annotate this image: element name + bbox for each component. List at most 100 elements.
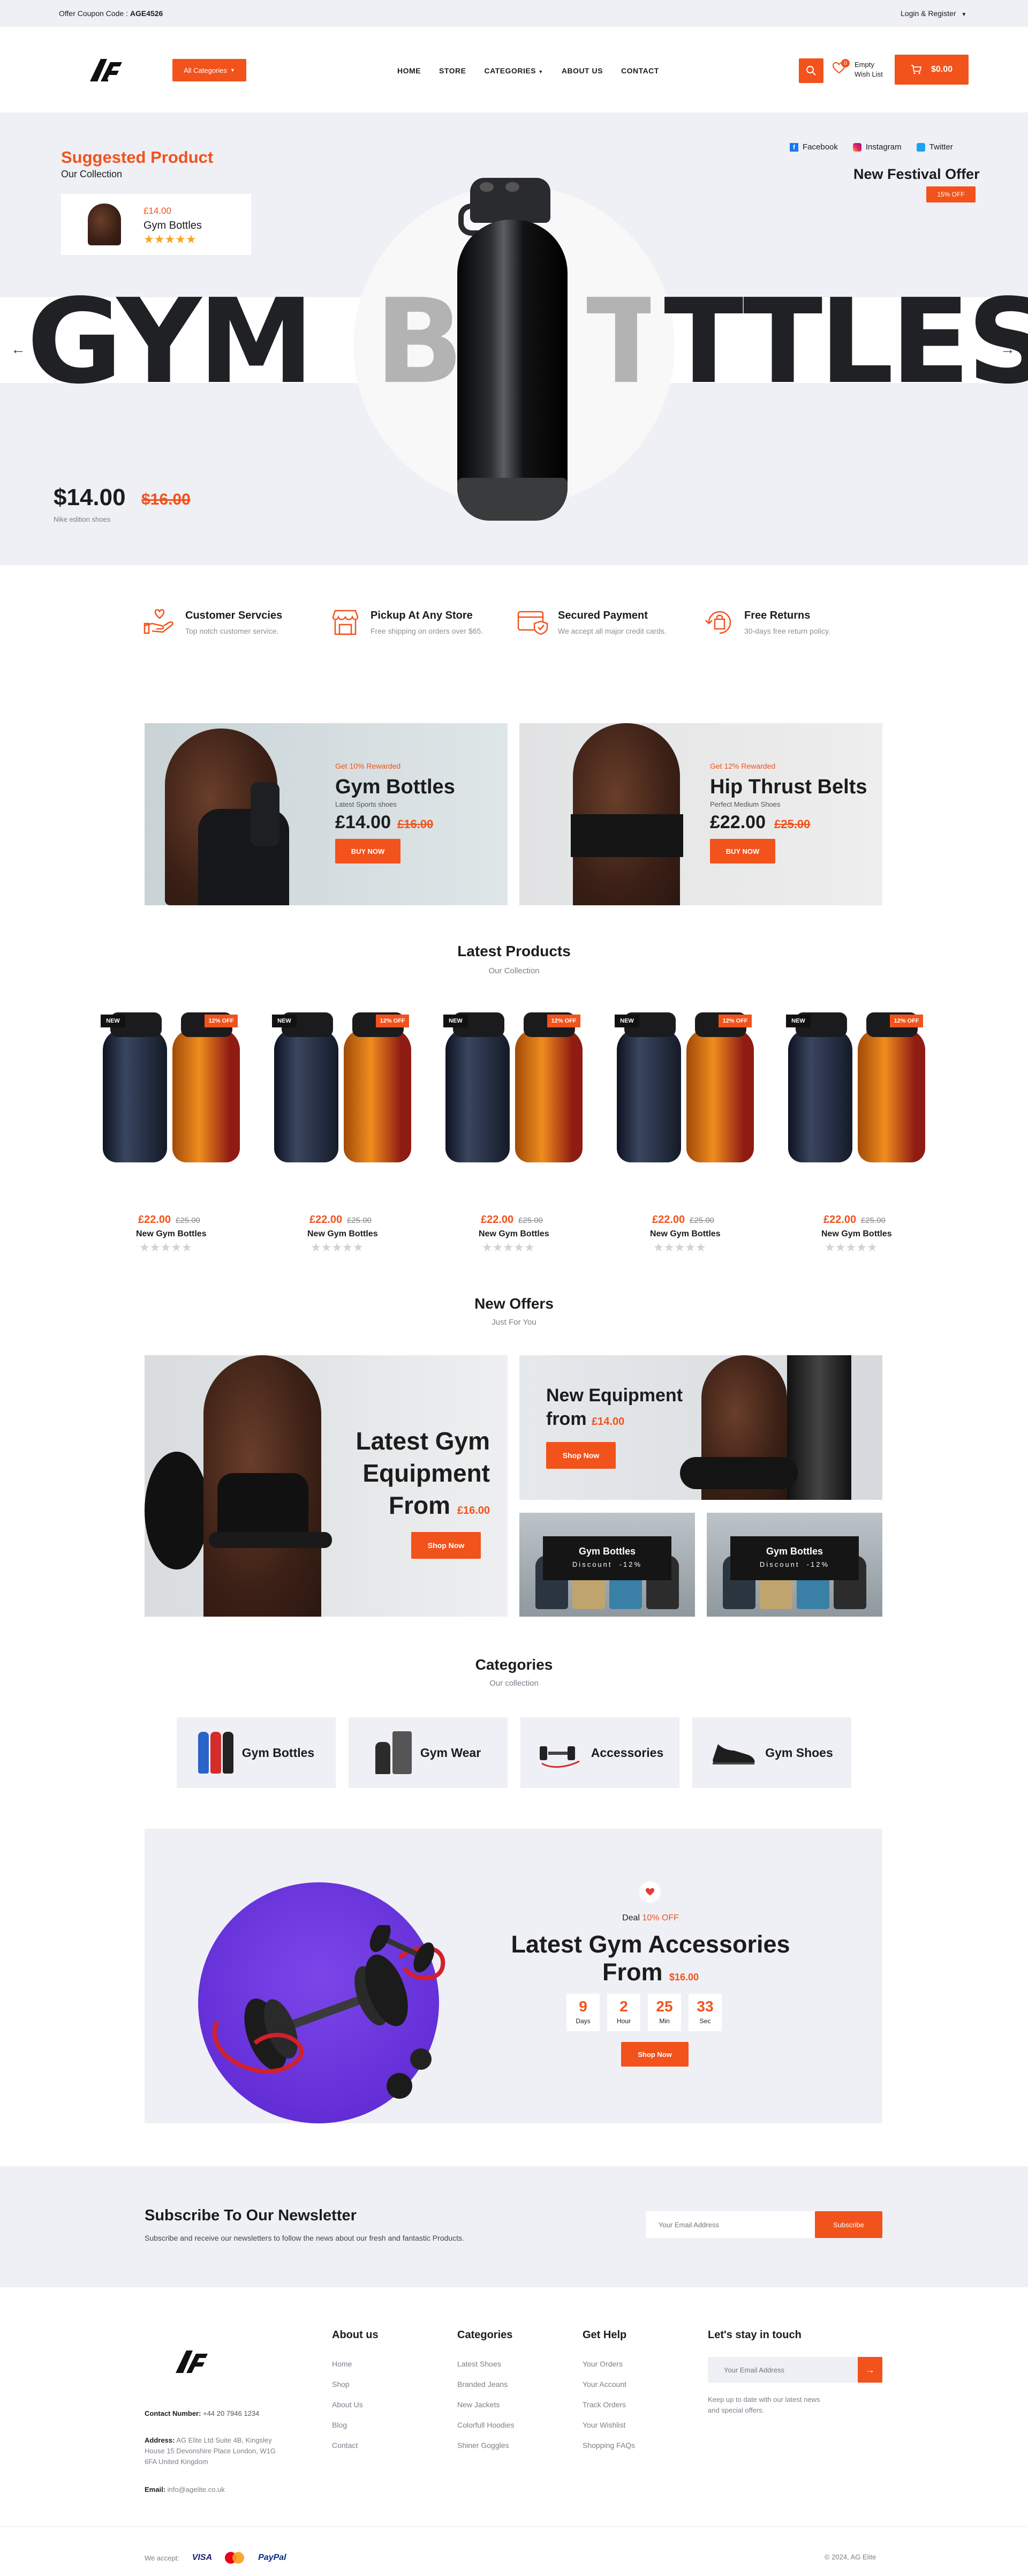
facebook-link[interactable]: f Facebook [790,142,838,152]
promo-title: Hip Thrust Belts [710,776,867,798]
nav-home[interactable]: HOME [397,66,421,75]
offer-small-bottles-1[interactable]: Gym Bottles Discount -12% [519,1513,695,1617]
promo-tag: Get 12% Rewarded [710,762,776,770]
promo-title: Gym Bottles [335,776,455,798]
dumbbell-icon [539,1746,580,1768]
footer-link[interactable]: Home [332,2360,379,2368]
logo[interactable] [89,57,123,84]
footer-link[interactable]: Latest Shoes [457,2360,515,2368]
rating-stars: ★★★★★ [825,1241,878,1254]
product-card[interactable]: NEW 12% OFF £22.00 £25.00 New Gym Bottle… [615,1012,754,1254]
footer-link[interactable]: Shop [332,2380,379,2389]
footer-link[interactable]: About Us [332,2400,379,2409]
product-old-price: £25.00 [690,1216,714,1225]
newsletter-email-input[interactable] [646,2211,815,2238]
wishlist-button[interactable]: 0 [833,59,850,78]
discount-badge: 12% OFF [205,1015,238,1027]
login-register-link[interactable]: Login & Register ▼ [901,9,966,18]
product-name: New Gym Bottles [479,1229,549,1238]
category-accessories[interactable]: Accessories [520,1717,679,1788]
hero-next-arrow[interactable]: → [1000,341,1015,358]
footer-link[interactable]: Track Orders [583,2400,635,2409]
footer-link[interactable]: Your Wishlist [583,2421,635,2429]
offer-banner-new-equipment[interactable]: New Equipment from £14.00 Shop Now [519,1355,882,1500]
twitter-link[interactable]: Twitter [916,142,953,152]
search-button[interactable] [799,58,823,83]
promo-subtitle: Latest Sports shoes [335,800,397,808]
feature-subtitle: We accept all major credit cards. [558,627,667,635]
twitter-icon [916,142,925,152]
hero-section: Suggested Product Our Collection £14.00 … [0,112,1028,565]
latest-products-title: Latest Products [457,943,571,959]
countdown: 9 Days 2 Hour 25 Min 33 Sec [566,1994,722,2031]
rating-stars: ★★★★★ [139,1241,192,1254]
footer-col-help: Get Help Your Orders Your Account Track … [583,2329,635,2461]
category-gym-wear[interactable]: Gym Wear [349,1717,508,1788]
footer-subscribe-button[interactable]: → [858,2357,882,2383]
footer-link[interactable]: Shopping FAQs [583,2441,635,2450]
product-card[interactable]: NEW 12% OFF £22.00 £25.00 New Gym Bottle… [443,1012,583,1254]
offer-small-label: Gym Bottles Discount -12% [543,1536,671,1580]
nav-store[interactable]: STORE [439,66,466,75]
promo-old-price: £25.00 [774,817,811,831]
countdown-hours: 2 Hour [607,1994,640,2031]
nav-about[interactable]: ABOUT US [562,66,603,75]
footer-logo[interactable] [175,2348,209,2375]
suggested-product-card[interactable]: £14.00 Gym Bottles ★★★★★ [61,194,251,255]
suggested-subtitle: Our Collection [61,169,123,179]
offer-small-bottles-2[interactable]: Gym Bottles Discount -12% [707,1513,882,1617]
shop-now-button[interactable]: Shop Now [546,1442,616,1469]
nav-contact[interactable]: CONTACT [621,66,659,75]
footer-col-title: Categories [457,2329,513,2341]
footer-email-input[interactable] [708,2357,858,2383]
paypal-icon: PayPal [258,2553,286,2562]
cart-button[interactable]: $0.00 [895,55,969,85]
twitter-label: Twitter [929,142,953,152]
footer-link[interactable]: Colorfull Hoodies [457,2421,515,2429]
header: All Categories ▼ HOME STORE CATEGORIES ▼… [0,27,1028,112]
instagram-link[interactable]: Instagram [852,142,902,152]
features-row: Customer Servcies Top notch customer ser… [143,604,893,642]
category-gym-shoes[interactable]: Gym Shoes [692,1717,851,1788]
hand-heart-icon [143,609,173,634]
offer-headline: Latest Gym Equipment From £16.00 [335,1425,490,1527]
buy-now-button[interactable]: BUY NOW [335,839,400,863]
shop-now-button[interactable]: Shop Now [621,2042,689,2067]
shop-now-button[interactable]: Shop Now [411,1532,481,1559]
subscribe-button[interactable]: Subscribe [815,2211,882,2238]
product-card[interactable]: NEW 12% OFF £22.00 £25.00 New Gym Bottle… [786,1012,925,1254]
new-offers-title: New Offers [474,1295,554,1312]
footer-col-title: Get Help [583,2329,627,2341]
feature-title: Pickup At Any Store [371,610,473,621]
footer-link[interactable]: Your Orders [583,2360,635,2368]
category-gym-bottles[interactable]: Gym Bottles [177,1717,336,1788]
footer-contact: Contact Number: +44 20 7946 1234 [145,2409,259,2417]
countdown-unit: Days [576,2017,591,2025]
new-offers-subtitle: Just For You [492,1318,536,1327]
buy-now-button[interactable]: BUY NOW [710,839,775,863]
hero-prev-arrow[interactable]: ← [11,341,26,358]
promo-price: £14.00 [335,812,391,832]
categories-row: Gym Bottles Gym Wear Accessories Gym Sho… [177,1717,851,1788]
latest-products-subtitle: Our Collection [488,966,540,975]
promo-banner-belts[interactable]: Get 12% Rewarded Hip Thrust Belts Perfec… [519,723,882,905]
all-categories-button[interactable]: All Categories ▼ [172,59,246,81]
hero-word-faded: T [586,286,651,399]
nav-categories[interactable]: CATEGORIES ▼ [484,66,543,75]
footer-link[interactable]: Contact [332,2441,379,2450]
offer-banner-equipment[interactable]: Latest Gym Equipment From £16.00 Shop No… [145,1355,508,1617]
product-card[interactable]: NEW 12% OFF £22.00 £25.00 New Gym Bottle… [272,1012,411,1254]
product-card[interactable]: NEW 12% OFF £22.00 £25.00 New Gym Bottle… [101,1012,240,1254]
product-old-price: £25.00 [176,1216,200,1225]
wishlist-line1: Empty [855,61,874,69]
footer-col-about: About us Home Shop About Us Blog Contact [332,2329,379,2461]
product-price: £22.00 [823,1214,857,1226]
footer-link[interactable]: Branded Jeans [457,2380,515,2389]
footer-link[interactable]: Blog [332,2421,379,2429]
new-badge: NEW [615,1015,639,1027]
footer-link[interactable]: Shiner Goggles [457,2441,515,2450]
footer-link[interactable]: New Jackets [457,2400,515,2409]
stay-note: Keep up to date with our latest news and… [708,2395,820,2414]
footer-link[interactable]: Your Account [583,2380,635,2389]
promo-banner-bottles[interactable]: Get 10% Rewarded Gym Bottles Latest Spor… [145,723,508,905]
